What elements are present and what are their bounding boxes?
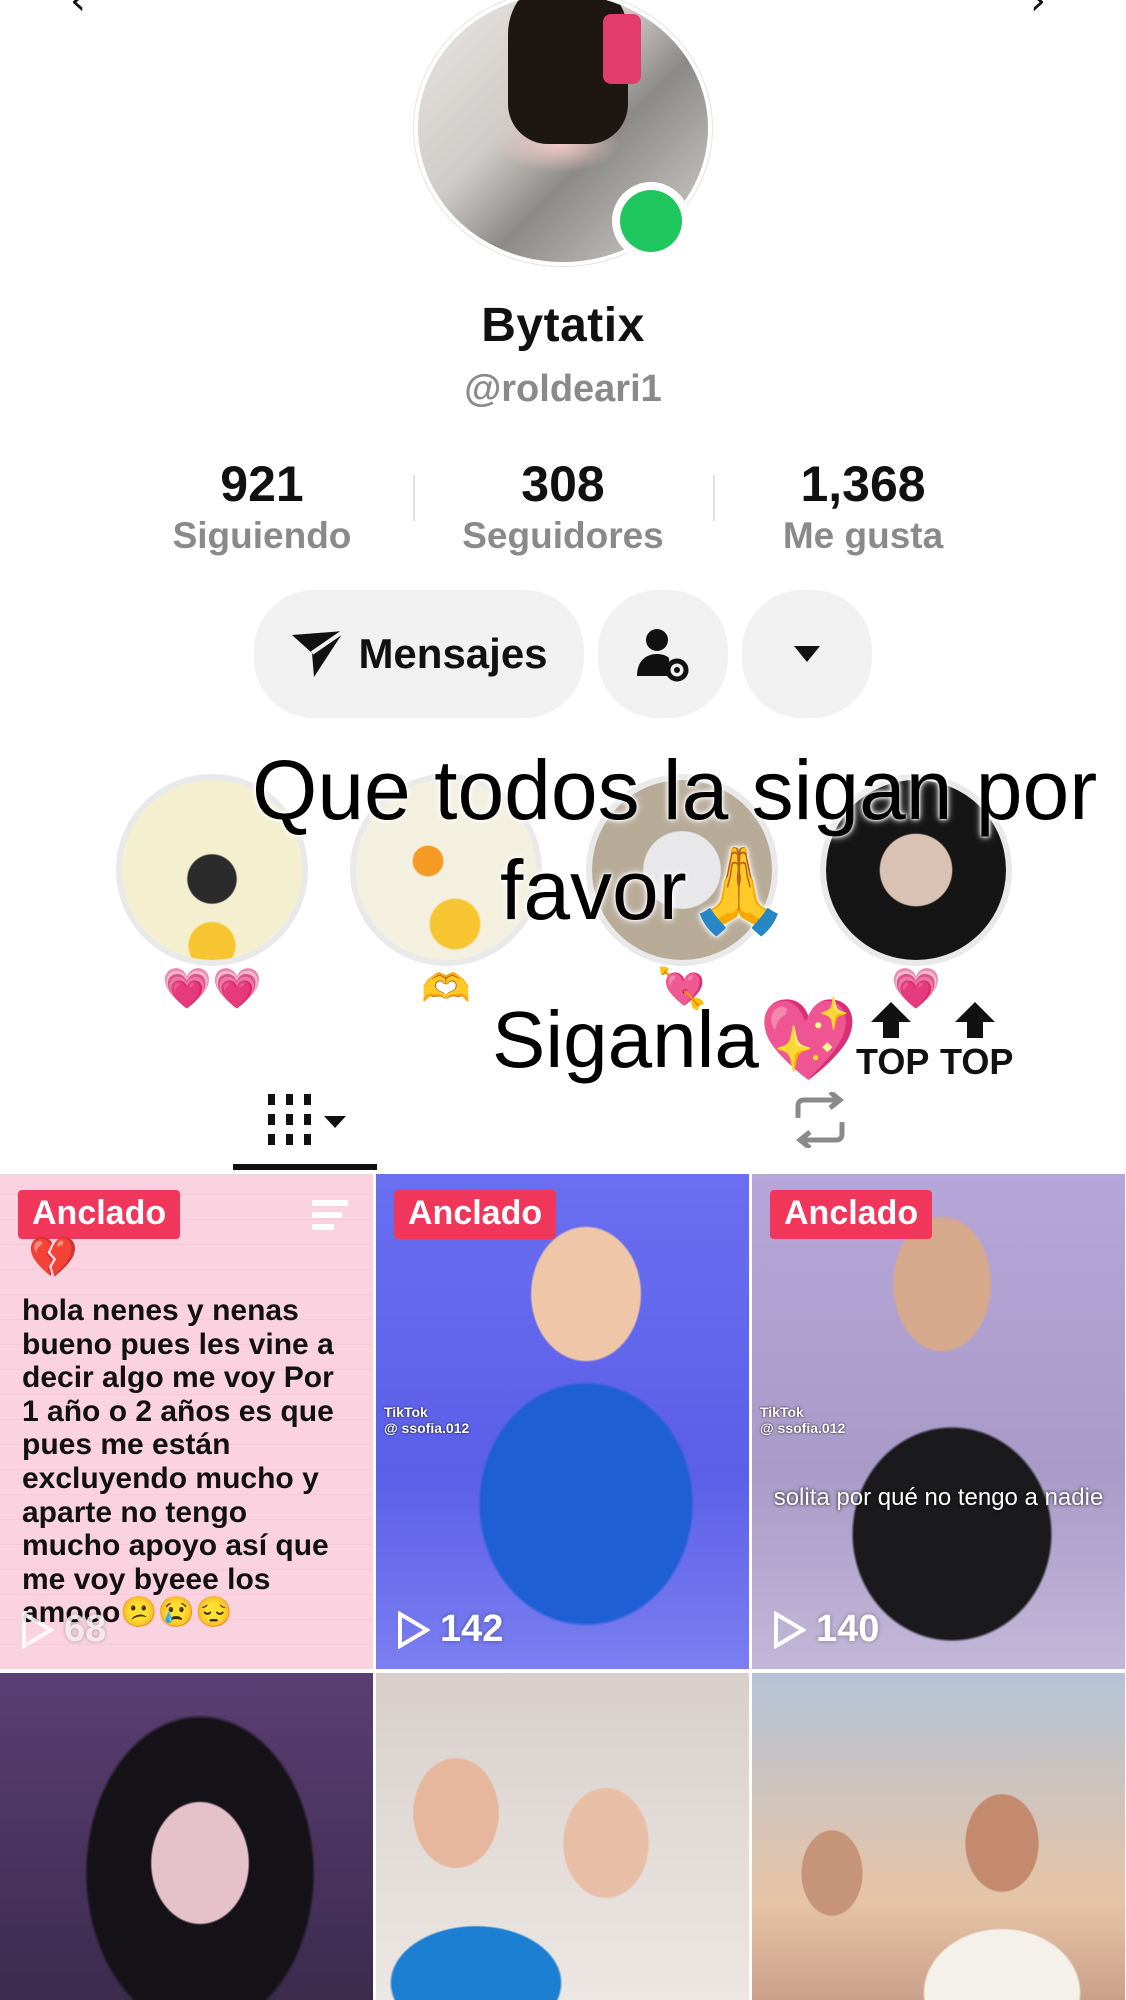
stat-following[interactable]: 921 Siguiendo	[112, 455, 412, 557]
view-count-value: 142	[440, 1608, 504, 1650]
messages-button-label: Mensajes	[358, 630, 548, 677]
highlight-1-label: 💗💗	[162, 966, 262, 1012]
video-tile-4[interactable]	[0, 1673, 373, 2000]
video-tile-5[interactable]	[376, 1673, 749, 2000]
stat-following-label: Siguiendo	[172, 515, 352, 556]
pinned-badge: Anclado	[18, 1190, 181, 1239]
video-caption: solita por qué no tengo a nadie	[773, 1484, 1104, 1511]
broken-heart-icon: 💔	[28, 1235, 78, 1281]
view-count: 142	[396, 1608, 503, 1651]
share-icon[interactable]: ›	[1030, 0, 1046, 24]
view-count-value: 68	[64, 1608, 107, 1650]
stat-followers-label: Seguidores	[462, 515, 664, 556]
send-icon	[292, 629, 346, 677]
repost-icon	[795, 1092, 845, 1148]
stat-followers[interactable]: 308 Seguidores	[413, 455, 713, 557]
tab-reposts[interactable]	[780, 1080, 860, 1160]
play-icon	[774, 1610, 806, 1649]
follow-settings-button[interactable]	[598, 590, 728, 718]
stat-likes[interactable]: 1,368 Me gusta	[713, 455, 1013, 557]
top-badge-label: TOP	[940, 1041, 1014, 1082]
overlay-text-line-3: Siganla💖	[492, 995, 859, 1084]
up-arrow-icon	[955, 1002, 995, 1038]
tab-videos[interactable]	[230, 1080, 380, 1160]
up-arrow-icon	[871, 1002, 911, 1038]
stat-likes-value: 1,368	[800, 456, 926, 512]
pinned-badge: Anclado	[394, 1190, 557, 1239]
text-post-icon	[312, 1200, 348, 1230]
top-badge-label: TOP	[856, 1041, 930, 1082]
view-count: 140	[772, 1608, 879, 1651]
play-icon	[398, 1610, 430, 1649]
user-settings-icon	[637, 629, 689, 682]
display-name: Bytatix	[481, 299, 645, 352]
overlay-text-line-2: favor🙏	[500, 843, 792, 937]
text-post-content: hola nenes y nenas bueno pues les vine a…	[22, 1294, 334, 1630]
view-count: 68	[20, 1608, 106, 1651]
tiktok-watermark: TikTok @ ssofia.012	[760, 1404, 846, 1436]
view-count-value: 140	[816, 1608, 880, 1650]
stat-following-value: 921	[220, 456, 304, 512]
tab-active-indicator	[233, 1164, 377, 1170]
tiktok-watermark: TikTok @ ssofia.012	[384, 1404, 470, 1436]
stat-followers-value: 308	[521, 456, 605, 512]
top-badge-2: TOP	[940, 1000, 1014, 1083]
back-icon[interactable]: ‹	[70, 0, 86, 24]
top-badge-1: TOP	[856, 1000, 930, 1083]
video-tile-2[interactable]: Anclado TikTok @ ssofia.012 142	[376, 1174, 749, 1669]
pinned-badge: Anclado	[770, 1190, 933, 1239]
grid-icon	[268, 1094, 346, 1145]
overlay-text-line-1: Que todos la sigan por	[252, 743, 1098, 837]
more-options-button[interactable]	[742, 590, 872, 718]
online-status-icon	[620, 190, 682, 252]
dropdown-icon	[794, 646, 820, 662]
video-tile-3[interactable]: Anclado TikTok @ ssofia.012 solita por q…	[752, 1174, 1125, 1669]
username-handle[interactable]: @roldeari1	[0, 368, 1126, 411]
video-tile-6[interactable]	[752, 1673, 1125, 2000]
messages-button[interactable]: Mensajes	[254, 590, 584, 718]
stat-likes-label: Me gusta	[782, 515, 944, 556]
play-icon	[22, 1610, 54, 1649]
video-tile-1[interactable]: Anclado 💔 hola nenes y nenas bueno pues …	[0, 1174, 373, 1669]
avatar-photo-phone	[603, 14, 641, 84]
